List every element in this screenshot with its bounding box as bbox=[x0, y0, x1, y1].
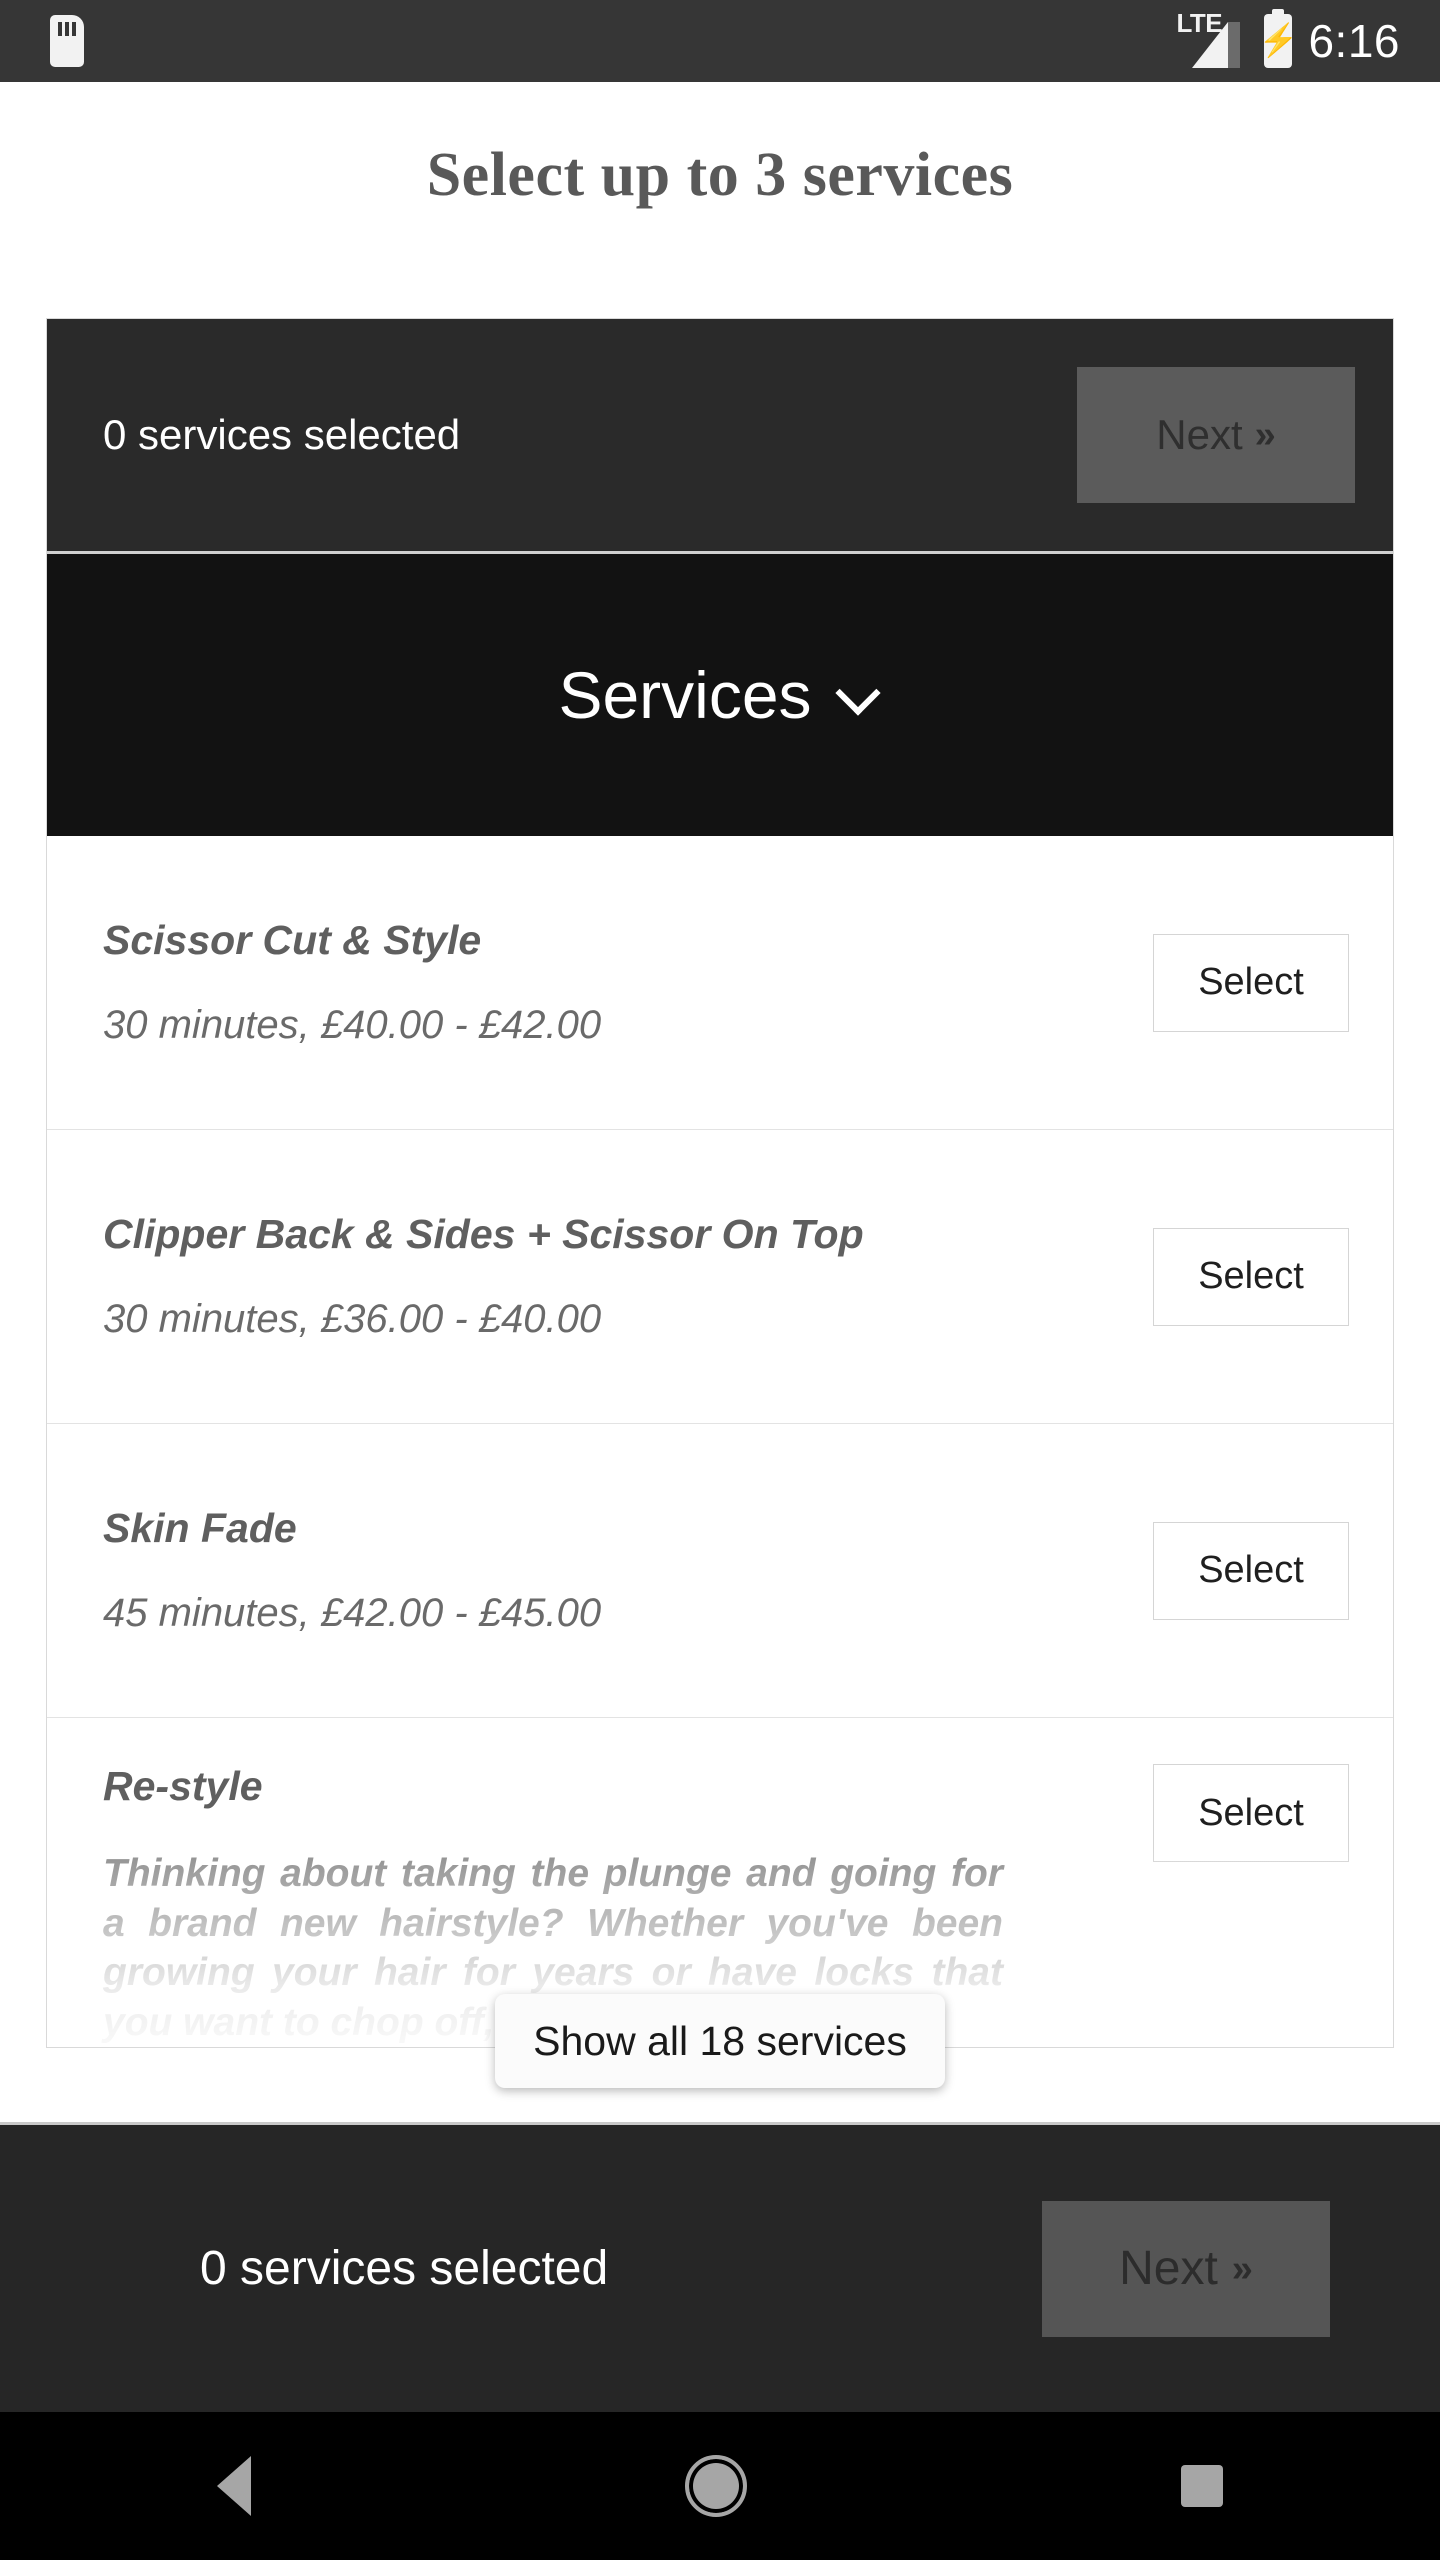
back-triangle-icon[interactable] bbox=[217, 2456, 251, 2516]
selected-count-label: 0 services selected bbox=[103, 411, 461, 458]
show-all-services-button[interactable]: Show all 18 services bbox=[495, 1994, 945, 2088]
show-all-wrapper: Show all 18 services bbox=[0, 1994, 1440, 2088]
select-button[interactable]: Select bbox=[1153, 1521, 1349, 1620]
service-name: Clipper Back & Sides + Scissor On Top bbox=[103, 1210, 864, 1257]
service-meta: 45 minutes, £42.00 - £45.00 bbox=[103, 1591, 602, 1636]
service-meta: 30 minutes, £36.00 - £40.00 bbox=[103, 1297, 602, 1342]
service-info: Scissor Cut & Style 30 minutes, £40.00 -… bbox=[103, 916, 1153, 1048]
service-row[interactable]: Clipper Back & Sides + Scissor On Top 30… bbox=[47, 1130, 1393, 1424]
status-bar-right: LTE ⚡ 6:16 bbox=[1176, 9, 1400, 70]
next-button-top[interactable]: Next » bbox=[1077, 367, 1355, 503]
bottom-selected-count-label: 0 services selected bbox=[200, 2242, 609, 2295]
sd-card-icon bbox=[50, 15, 84, 67]
home-circle-icon[interactable] bbox=[685, 2455, 747, 2517]
service-info: Skin Fade 45 minutes, £42.00 - £45.00 bbox=[103, 1504, 1153, 1636]
status-bar: LTE ⚡ 6:16 bbox=[0, 0, 1440, 82]
status-bar-left bbox=[50, 15, 84, 67]
battery-charging-icon: ⚡ bbox=[1259, 9, 1298, 68]
recents-square-icon[interactable] bbox=[1181, 2465, 1223, 2507]
service-name: Scissor Cut & Style bbox=[103, 916, 482, 963]
android-nav-bar bbox=[0, 2412, 1440, 2560]
category-header-services[interactable]: Services bbox=[47, 551, 1393, 836]
service-row[interactable]: Scissor Cut & Style 30 minutes, £40.00 -… bbox=[47, 836, 1393, 1130]
next-button-label: Next bbox=[1119, 2242, 1218, 2295]
category-header-title: Services bbox=[558, 658, 812, 732]
select-button[interactable]: Select bbox=[1153, 933, 1349, 1032]
bottom-action-bar: 0 services selected Next » bbox=[0, 2122, 1440, 2412]
service-name: Re-style bbox=[103, 1763, 263, 1809]
signal-bars-icon: LTE bbox=[1176, 10, 1248, 70]
next-button-bottom[interactable]: Next » bbox=[1042, 2200, 1330, 2337]
charging-bolt-icon: ⚡ bbox=[1258, 22, 1299, 58]
service-meta: 30 minutes, £40.00 - £42.00 bbox=[103, 1003, 602, 1048]
service-name: Skin Fade bbox=[103, 1504, 297, 1551]
services-card: 0 services selected Next » Services Scis… bbox=[46, 318, 1394, 2049]
double-chevron-right-icon: » bbox=[1231, 2247, 1253, 2290]
select-button[interactable]: Select bbox=[1153, 1227, 1349, 1326]
select-button[interactable]: Select bbox=[1153, 1764, 1349, 1862]
service-info: Clipper Back & Sides + Scissor On Top 30… bbox=[103, 1210, 1153, 1342]
page-title: Select up to 3 services bbox=[426, 141, 1014, 209]
double-chevron-right-icon: » bbox=[1254, 414, 1276, 456]
status-bar-clock: 6:16 bbox=[1308, 15, 1400, 67]
chevron-down-icon bbox=[838, 673, 882, 717]
signal-triangle-dim bbox=[1228, 22, 1241, 68]
signal-triangle bbox=[1192, 22, 1229, 68]
selection-summary-bar: 0 services selected Next » bbox=[47, 319, 1393, 551]
service-row[interactable]: Skin Fade 45 minutes, £42.00 - £45.00 Se… bbox=[47, 1424, 1393, 1718]
next-button-label: Next bbox=[1156, 411, 1243, 458]
